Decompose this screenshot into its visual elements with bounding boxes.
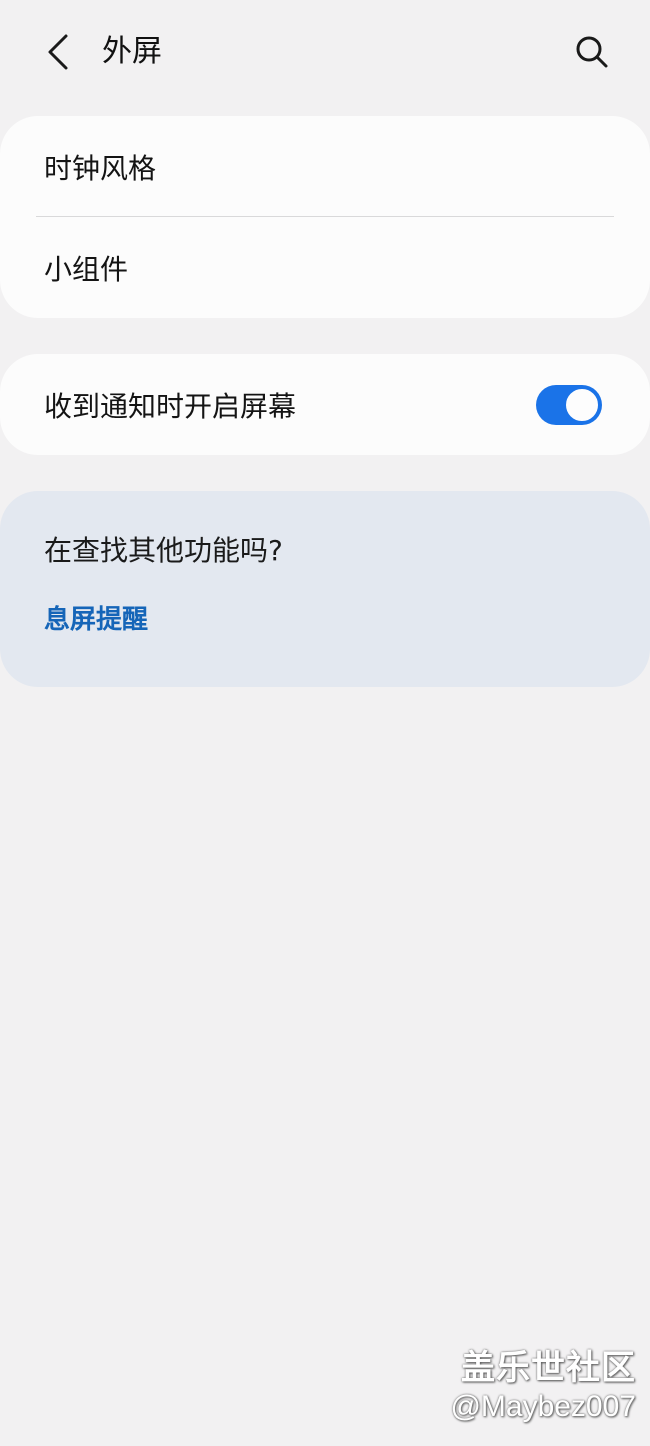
- toggle-knob: [564, 387, 600, 423]
- chevron-left-icon: [48, 34, 68, 70]
- aod-link[interactable]: 息屏提醒: [44, 601, 148, 639]
- widgets-label: 小组件: [44, 252, 129, 286]
- screen: 外屏 时钟风格 小组件 收到通知时开启屏幕 在查找其他功能吗? 息屏提醒 盖乐世…: [0, 0, 650, 1446]
- screen-on-notification-label: 收到通知时开启屏幕: [44, 389, 297, 423]
- app-bar: 外屏: [0, 0, 650, 104]
- suggestion-title: 在查找其他功能吗?: [44, 534, 283, 567]
- search-icon: [576, 36, 608, 68]
- widgets-item[interactable]: 小组件: [0, 217, 650, 318]
- page-title: 外屏: [102, 34, 162, 69]
- clock-style-item[interactable]: 时钟风格: [0, 116, 650, 217]
- watermark-user: @Maybez007: [450, 1390, 636, 1423]
- search-button[interactable]: [568, 28, 616, 76]
- notification-setting-card: 收到通知时开启屏幕: [0, 354, 650, 455]
- watermark-community: 盖乐世社区: [461, 1348, 636, 1388]
- screen-on-notification-toggle[interactable]: [536, 385, 602, 425]
- back-button[interactable]: [36, 28, 80, 76]
- settings-group-card: 时钟风格 小组件: [0, 116, 650, 318]
- suggestion-card: 在查找其他功能吗? 息屏提醒: [0, 491, 650, 687]
- clock-style-label: 时钟风格: [44, 151, 157, 185]
